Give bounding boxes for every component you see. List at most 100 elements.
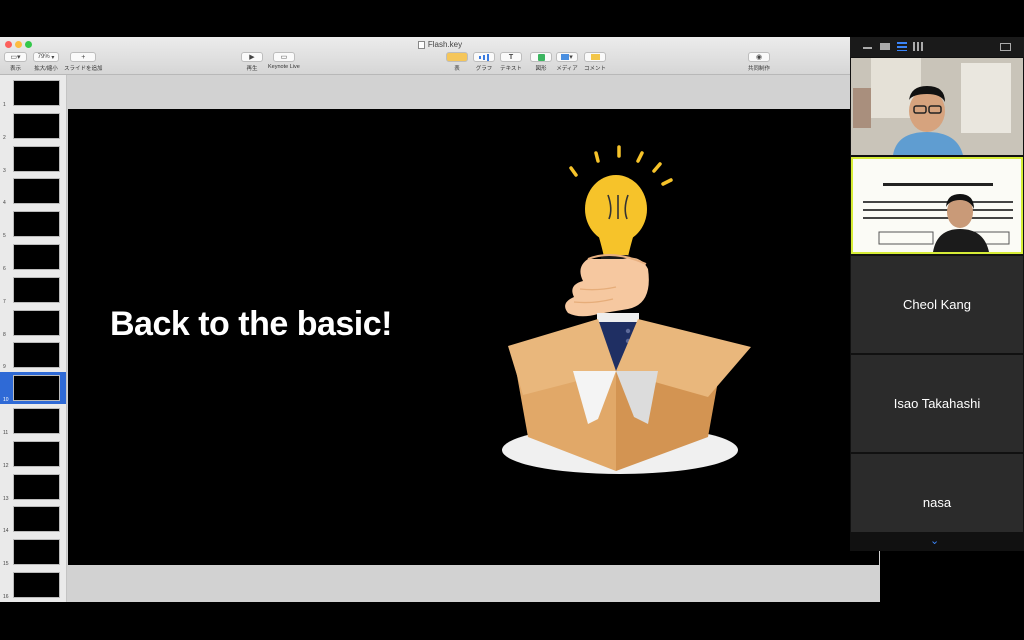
exit-fullscreen-icon[interactable] xyxy=(1000,43,1011,51)
participant-tile-1[interactable]: Cheol Kang xyxy=(851,256,1023,353)
slide-number: 3 xyxy=(3,167,6,174)
shape-button[interactable]: 図形 xyxy=(530,52,552,72)
slide-number: 16 xyxy=(3,594,9,600)
slide-number: 8 xyxy=(3,331,6,338)
slide-thumbnail-row[interactable]: 3 xyxy=(0,143,66,175)
slide-thumbnail-row[interactable]: 16 xyxy=(0,569,66,601)
slide-thumbnail-row[interactable]: 15 xyxy=(0,536,66,568)
slide-thumbnail[interactable] xyxy=(13,506,60,533)
slide-thumbnail[interactable] xyxy=(13,440,60,467)
slide-thumbnail-row[interactable]: 10 xyxy=(0,372,66,405)
view-button[interactable]: ▭▾ 表示 xyxy=(4,52,27,72)
comment-label: コメント xyxy=(584,66,607,72)
slide-thumbnail[interactable] xyxy=(13,473,60,500)
slide-number: 14 xyxy=(3,528,9,535)
slide-thumbnail-row[interactable]: 5 xyxy=(0,208,66,240)
slide-thumbnail-row[interactable]: 14 xyxy=(0,503,66,535)
keynote-file-icon xyxy=(417,40,425,49)
slide-thumbnail[interactable] xyxy=(13,309,60,336)
sidebar-view-icon: ▭▾ xyxy=(4,52,27,62)
slide-thumbnail[interactable] xyxy=(13,276,60,303)
collaborate-icon: ◉ xyxy=(748,52,770,62)
slide-thumbnail-row[interactable]: 4 xyxy=(0,175,66,207)
slide-thumbnail[interactable] xyxy=(13,178,60,205)
video-call-panel: Cheol Kang Isao Takahashi nasa ⌄ xyxy=(850,37,1024,551)
chart-icon xyxy=(473,52,495,62)
slide-number: 5 xyxy=(3,233,6,240)
chevron-down-icon[interactable]: ⌄ xyxy=(930,534,939,547)
slide-thumbnail[interactable] xyxy=(13,211,60,238)
keynote-live-label: Keynote Live xyxy=(268,64,300,70)
zoom-value: 79% ▾ xyxy=(33,52,59,62)
keynote-live-button[interactable]: ▭ Keynote Live xyxy=(268,52,300,70)
collaborate-button[interactable]: ◉ 共同制作 xyxy=(748,52,770,72)
comment-icon xyxy=(584,52,606,62)
slide-thumbnail[interactable] xyxy=(13,375,60,402)
slide-number: 12 xyxy=(3,462,9,469)
participant-video-1[interactable] xyxy=(851,58,1023,155)
add-slide-button[interactable]: + スライドを追加 xyxy=(64,52,103,72)
slide-number: 9 xyxy=(3,364,6,371)
media-button[interactable]: ▾ メディア xyxy=(556,52,578,72)
slide-thumbnail-row[interactable]: 11 xyxy=(0,405,66,437)
minimize-icon[interactable] xyxy=(863,47,872,49)
slide-number: 15 xyxy=(3,561,9,568)
add-slide-label: スライドを追加 xyxy=(64,66,103,72)
chart-label: グラフ xyxy=(475,66,493,72)
slide-number: 13 xyxy=(3,495,9,502)
slide-thumbnail-row[interactable]: 9 xyxy=(0,339,66,371)
view-label: 表示 xyxy=(9,66,21,72)
strip-view-icon[interactable] xyxy=(897,42,907,51)
document-title: Flash.key xyxy=(0,40,880,49)
play-icon: ▶ xyxy=(241,52,263,62)
slide-thumbnail-row[interactable]: 2 xyxy=(0,110,66,142)
media-icon: ▾ xyxy=(556,52,578,62)
plus-icon: + xyxy=(70,52,97,62)
view-switcher xyxy=(850,37,1024,57)
table-icon xyxy=(446,52,468,62)
slide-number: 1 xyxy=(3,102,6,108)
slide-thumbnail-row[interactable]: 1 xyxy=(0,77,66,109)
zoom-button[interactable]: 79% ▾ 拡大/縮小 xyxy=(33,52,59,72)
participant-name: Cheol Kang xyxy=(903,297,971,312)
slide-thumbnail[interactable] xyxy=(13,112,60,139)
comment-button[interactable]: コメント xyxy=(584,52,606,72)
gallery-view-icon[interactable] xyxy=(913,42,923,51)
slide-thumbnail-row[interactable]: 8 xyxy=(0,307,66,339)
slide-thumbnail[interactable] xyxy=(13,572,60,598)
participant-tile-3[interactable]: nasa xyxy=(851,454,1023,532)
slide-number: 10 xyxy=(3,397,9,404)
current-slide[interactable]: Back to the basic! xyxy=(68,109,879,565)
collaborate-label: 共同制作 xyxy=(748,66,771,72)
slide-thumbnail[interactable] xyxy=(13,145,60,172)
slide-thumbnail-row[interactable]: 13 xyxy=(0,471,66,503)
text-label: テキスト xyxy=(500,66,522,72)
lightbulb-box-illustration xyxy=(502,145,751,474)
slide-thumbnail[interactable] xyxy=(13,408,60,434)
slide-navigator: 1 2 3 4 5 6 7 8 9 10 11 12 13 14 15 16 xyxy=(0,75,67,602)
slide-thumbnail-row[interactable]: 12 xyxy=(0,438,66,470)
participant-tile-2[interactable]: Isao Takahashi xyxy=(851,355,1023,452)
media-label: メディア xyxy=(556,66,578,72)
slide-number: 4 xyxy=(3,200,6,207)
slide-thumbnail[interactable] xyxy=(13,342,60,369)
play-button[interactable]: ▶ 再生 xyxy=(241,52,263,72)
text-button[interactable]: T テキスト xyxy=(500,52,522,72)
table-button[interactable]: 表 xyxy=(446,52,468,72)
participant-name: Isao Takahashi xyxy=(893,396,981,411)
keynote-live-icon: ▭ xyxy=(272,52,295,62)
shape-icon xyxy=(530,52,552,62)
slide-thumbnail-row[interactable]: 6 xyxy=(0,241,66,273)
webcam-feed-1 xyxy=(851,58,1023,155)
slide-thumbnail-row[interactable]: 7 xyxy=(0,274,66,306)
participant-video-2[interactable] xyxy=(851,157,1023,254)
single-speaker-icon[interactable] xyxy=(880,43,890,50)
slide-thumbnail[interactable] xyxy=(13,244,60,270)
slide-thumbnail[interactable] xyxy=(13,80,60,106)
webcam-feed-2 xyxy=(853,159,1021,252)
slide-number: 11 xyxy=(3,430,9,436)
shape-label: 図形 xyxy=(535,66,547,72)
chart-button[interactable]: グラフ xyxy=(473,52,495,72)
slide-thumbnail[interactable] xyxy=(13,539,60,566)
text-icon: T xyxy=(500,52,522,62)
